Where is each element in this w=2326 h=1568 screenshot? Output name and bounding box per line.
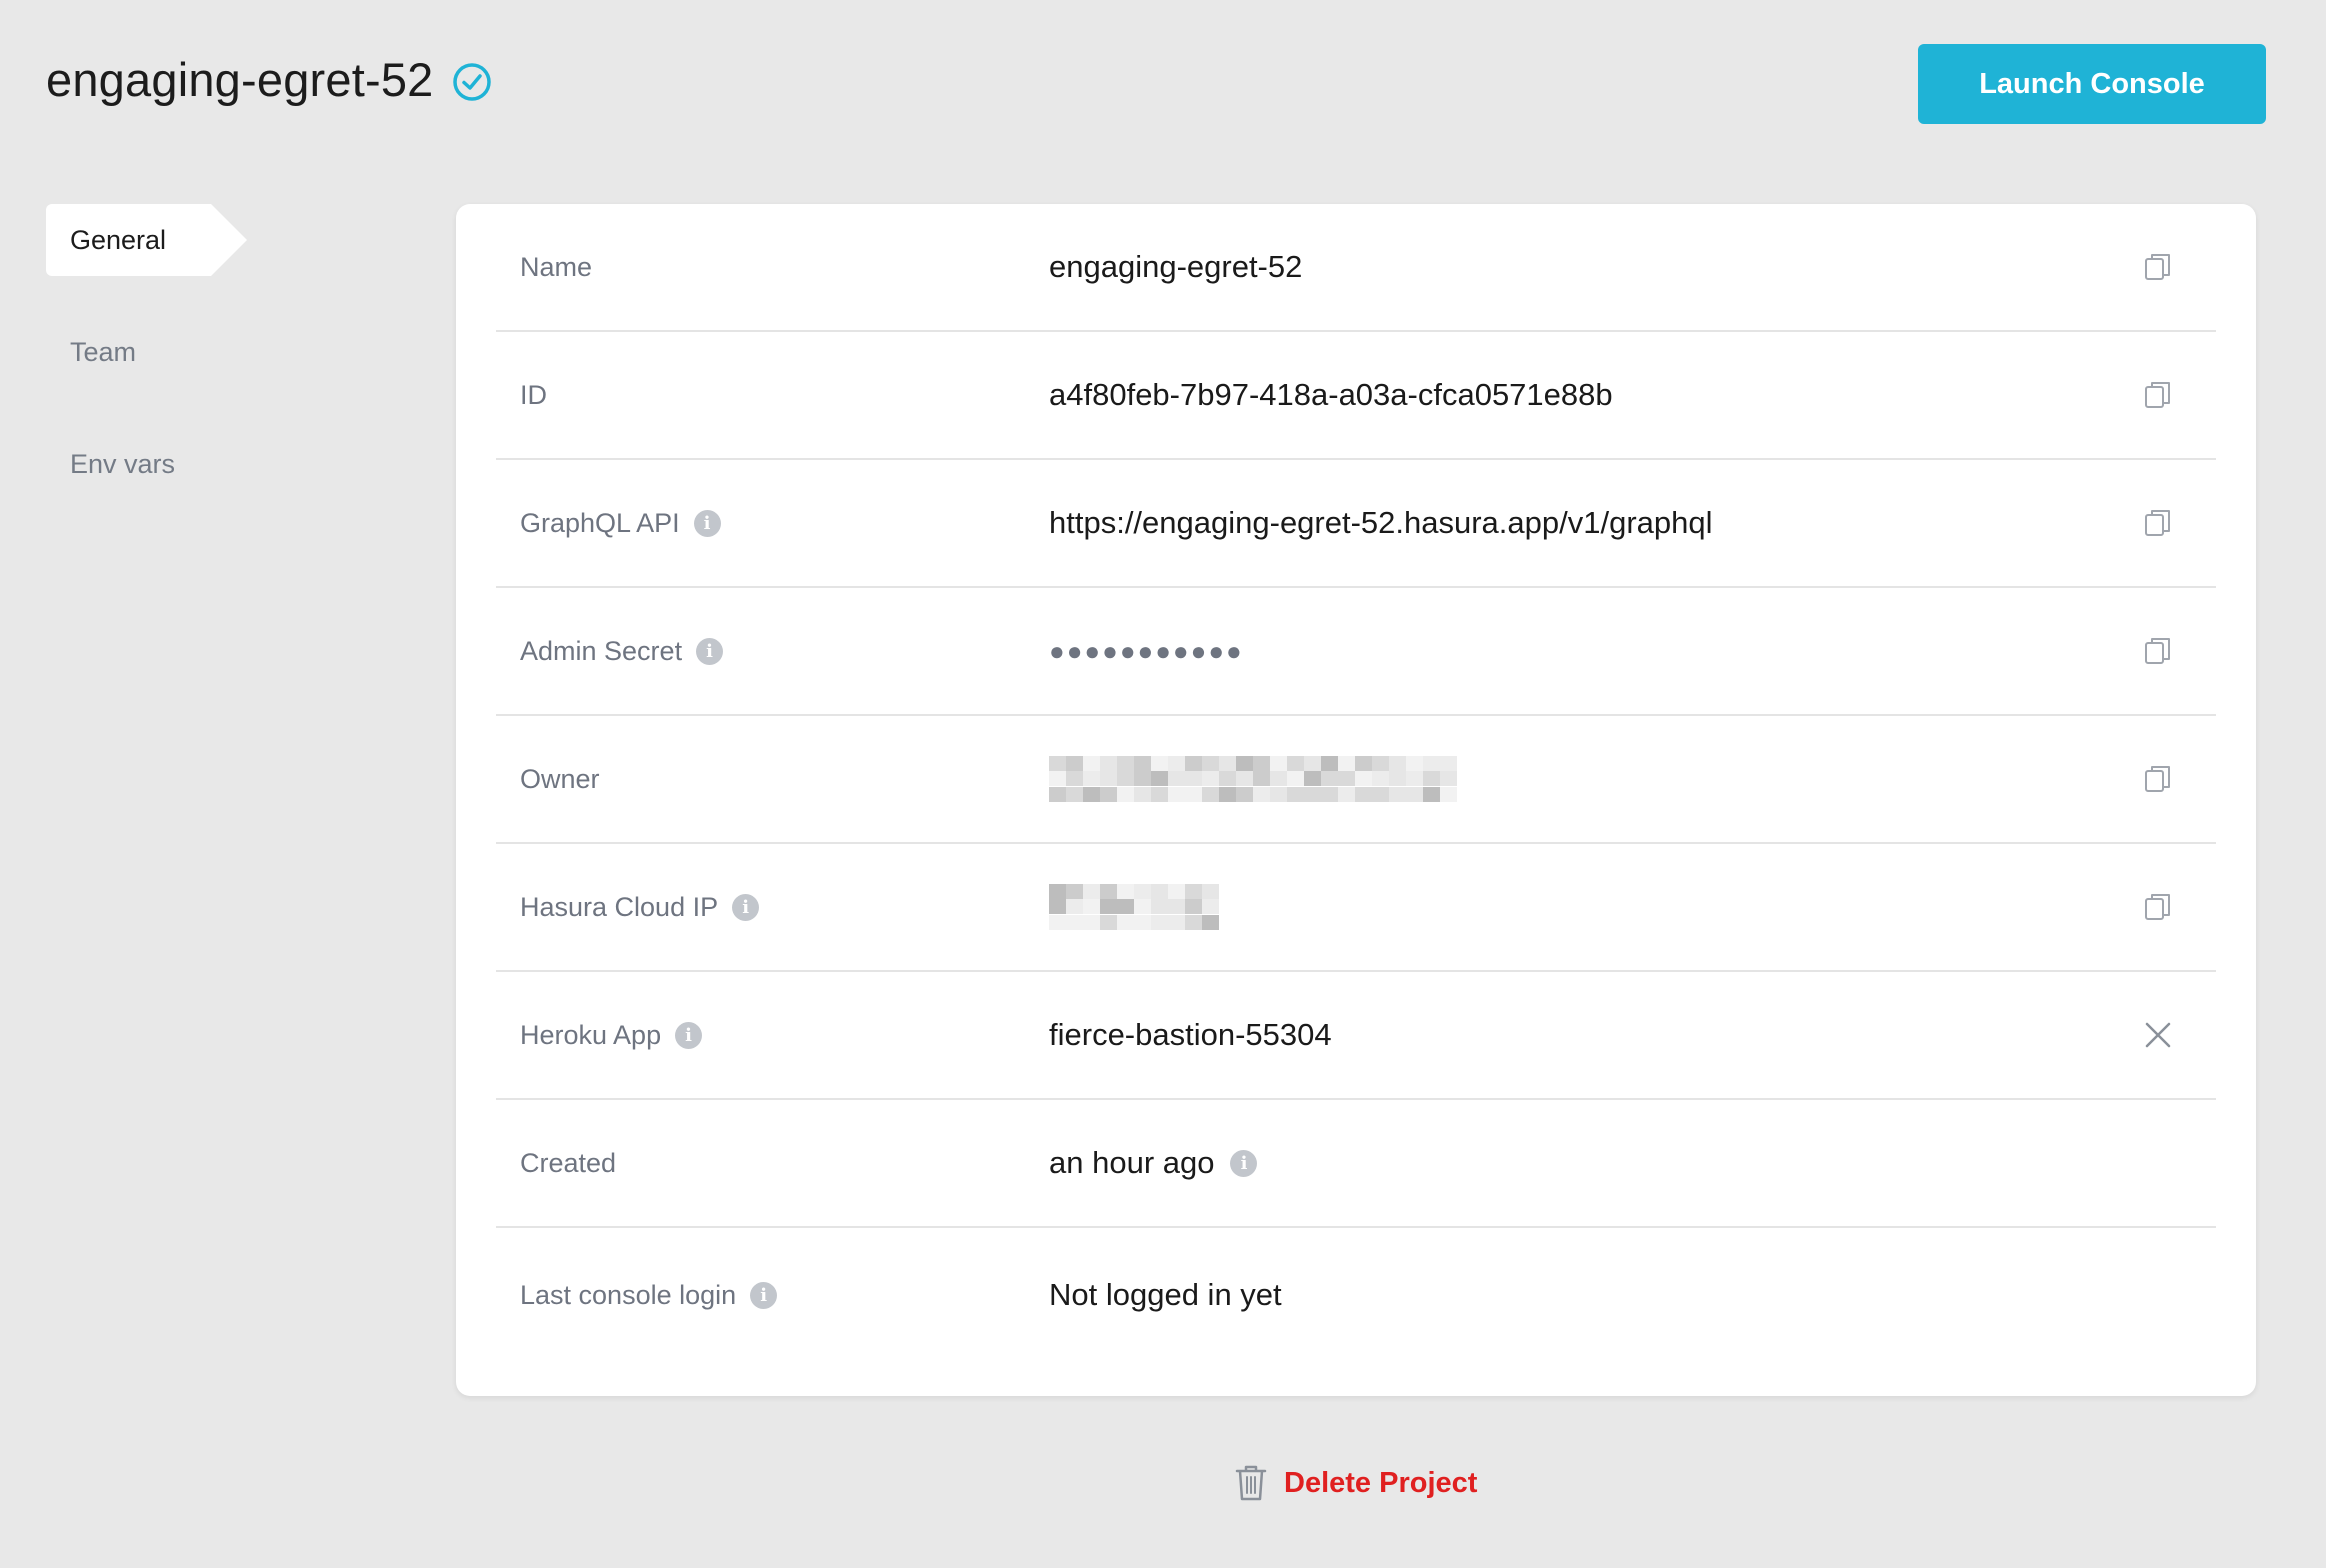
detail-row-graphql-api: GraphQL API i https://engaging-egret-52.… xyxy=(496,460,2216,588)
last-login-label: Last console login xyxy=(520,1279,737,1310)
info-icon[interactable]: i xyxy=(732,893,760,921)
sidebar-item-general[interactable]: General xyxy=(46,204,247,276)
detail-row-admin-secret: Admin Secret i ●●●●●●●●●●● xyxy=(496,588,2216,716)
cloud-ip-label: Hasura Cloud IP xyxy=(520,891,719,922)
graphql-api-label: GraphQL API xyxy=(520,507,680,538)
created-value: an hour ago xyxy=(1049,1145,1215,1180)
info-icon[interactable]: i xyxy=(693,509,721,537)
trash-icon xyxy=(1235,1465,1267,1501)
sidebar: General Team Env vars xyxy=(46,204,247,540)
project-settings-page: engaging-egret-52 Launch Console General… xyxy=(0,0,2326,1568)
id-value: a4f80feb-7b97-418a-a03a-cfca0571e88b xyxy=(1049,377,1613,412)
copy-icon[interactable] xyxy=(2140,761,2176,797)
sidebar-item-team[interactable]: Team xyxy=(46,316,246,388)
detail-row-heroku-app: Heroku App i fierce-bastion-55304 xyxy=(496,972,2216,1100)
admin-secret-value[interactable]: ●●●●●●●●●●● xyxy=(1049,636,1244,667)
detail-row-created: Created an hour ago i xyxy=(496,1100,2216,1228)
copy-icon[interactable] xyxy=(2140,377,2176,413)
detail-row-id: ID a4f80feb-7b97-418a-a03a-cfca0571e88b xyxy=(496,332,2216,460)
detail-row-name: Name engaging-egret-52 xyxy=(496,204,2216,332)
detail-row-owner: Owner xyxy=(496,716,2216,844)
info-icon[interactable]: i xyxy=(675,1021,703,1049)
copy-icon[interactable] xyxy=(2140,633,2176,669)
check-circle-icon xyxy=(452,62,491,101)
id-label: ID xyxy=(520,379,547,410)
info-icon[interactable]: i xyxy=(750,1281,778,1309)
heroku-app-value: fierce-bastion-55304 xyxy=(1049,1017,1332,1052)
delete-project-button[interactable]: Delete Project xyxy=(1234,1464,1477,1502)
heroku-app-label: Heroku App xyxy=(520,1019,662,1050)
launch-console-button[interactable]: Launch Console xyxy=(1918,44,2266,124)
close-icon[interactable] xyxy=(2140,1017,2176,1053)
created-label: Created xyxy=(520,1147,617,1178)
name-value: engaging-egret-52 xyxy=(1049,249,1303,284)
copy-icon[interactable] xyxy=(2140,889,2176,925)
redacted-owner xyxy=(1049,756,1459,802)
info-icon[interactable]: i xyxy=(1230,1149,1258,1177)
page-title: engaging-egret-52 xyxy=(46,52,492,107)
copy-icon[interactable] xyxy=(2140,249,2176,285)
admin-secret-label: Admin Secret xyxy=(520,635,683,666)
sidebar-item-env-vars[interactable]: Env vars xyxy=(46,428,246,500)
name-label: Name xyxy=(520,251,593,282)
delete-project-label: Delete Project xyxy=(1284,1466,1478,1499)
redacted-ip xyxy=(1049,884,1229,930)
graphql-api-value: https://engaging-egret-52.hasura.app/v1/… xyxy=(1049,505,1713,540)
owner-label: Owner xyxy=(520,763,600,794)
project-name: engaging-egret-52 xyxy=(46,53,434,106)
copy-icon[interactable] xyxy=(2140,505,2176,541)
detail-row-last-login: Last console login i Not logged in yet xyxy=(496,1228,2216,1362)
detail-row-cloud-ip: Hasura Cloud IP i xyxy=(496,844,2216,972)
last-login-value: Not logged in yet xyxy=(1049,1277,1282,1312)
project-details-card: Name engaging-egret-52 ID a4f80feb-7b97-… xyxy=(456,204,2256,1396)
info-icon[interactable]: i xyxy=(696,637,724,665)
